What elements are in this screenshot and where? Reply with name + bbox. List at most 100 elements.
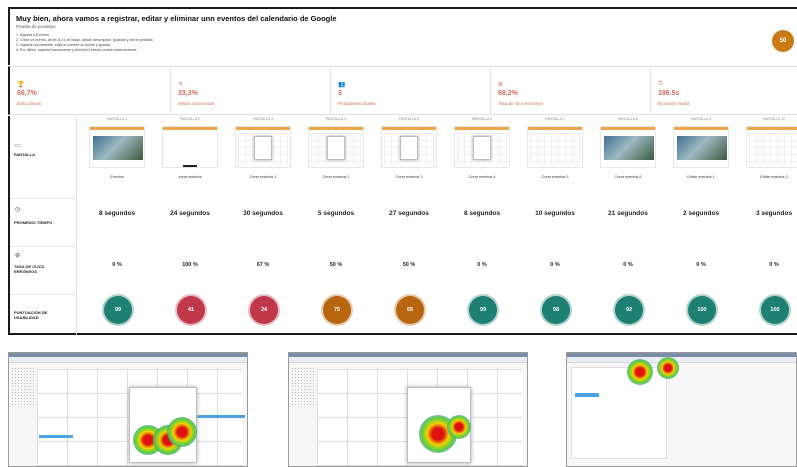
row-label-promedio: PROMEDIO TIEMPO	[14, 220, 53, 225]
event-bar	[39, 435, 73, 438]
thumb-topbar	[90, 127, 144, 130]
thumb-calendar-grid	[749, 133, 797, 165]
usability-score-circle: 92	[615, 296, 643, 324]
heatmap-screenshot-2	[288, 352, 528, 467]
thumb-underline	[183, 165, 197, 167]
usability-score-circle: 100	[688, 296, 716, 324]
heatmap-screenshot-1	[8, 352, 248, 467]
save-button-shape	[575, 393, 599, 397]
screen-caption: Crear eventos 2	[322, 175, 350, 179]
thumb-dialog	[473, 136, 491, 160]
screen-header: PANTALLA 3	[252, 117, 274, 121]
screen-column: PANTALLA 10 Editar eventos 2 3 segundos 0 %…	[737, 116, 797, 335]
screen-header: PANTALLA 4	[325, 117, 347, 121]
row-divider	[10, 198, 76, 199]
misclick-rate-value: 50 %	[402, 262, 416, 268]
misclick-rate-value: 0 %	[550, 262, 560, 268]
metric-label: Éxito directo	[17, 101, 42, 106]
screen-header: PANTALLA 5	[398, 117, 420, 121]
metrics-row: 🏆 66,7% Éxito directo ↰ 33,3% Misión inc…	[8, 66, 797, 115]
screen-thumbnail[interactable]	[527, 126, 583, 168]
screen-header: PANTALLA 9	[690, 117, 712, 121]
row-label-pantalla: PANTALLA	[14, 152, 35, 157]
page-subtitle: Prueba de prototipo	[16, 24, 56, 29]
metric-value: 33,3%	[178, 90, 198, 97]
screen-column: PANTALLA 4 Crear eventos 2 5 segundos 50 % 7…	[299, 116, 373, 335]
heatmap-spot	[447, 415, 471, 439]
thumb-dialog	[327, 136, 345, 160]
screen-thumbnail[interactable]	[308, 126, 364, 168]
task-steps: 1. Ingresa a Eventos 2. Crear un evento,…	[16, 33, 153, 53]
screen-caption: Crear eventos 6	[614, 175, 642, 179]
page-title: Muy bien, ahora vamos a registrar, edita…	[16, 14, 337, 23]
browser-addressbar	[9, 357, 247, 363]
screen-column: PANTALLA 8 Crear eventos 6 21 segundos 0 % 9…	[591, 116, 665, 335]
screen-header: PANTALLA 2	[179, 117, 201, 121]
misclick-rate-value: 50 %	[329, 262, 343, 268]
screen-column: PANTALLA 2 crear eventos 24 segundos 100 % 4…	[153, 116, 227, 335]
overall-score-badge: 50	[772, 30, 794, 52]
screen-caption: Crear eventos 4	[468, 175, 496, 179]
usability-score-circle: 41	[177, 296, 205, 324]
avg-time-value: 24 segundos	[170, 210, 210, 217]
thumb-topbar	[309, 127, 363, 130]
thumb-topbar	[601, 127, 655, 130]
metric-label: Duración media	[658, 101, 690, 106]
screen-thumbnail[interactable]	[381, 126, 437, 168]
screen-header: PANTALLA 6	[471, 117, 493, 121]
thumb-topbar	[674, 127, 728, 130]
screen-column: PANTALLA 3 Crear eventos 1 30 segundos 67 %…	[226, 116, 300, 335]
metric-label: Probadores totales	[338, 101, 376, 106]
metric-avg-duration: ⏱ 196.5s Duración media	[650, 67, 797, 115]
screen-column: PANTALLA 9 Editar eventos 1 2 segundos 0 % 1…	[664, 116, 738, 335]
avg-time-value: 3 segundos	[755, 210, 793, 217]
screen-thumbnail[interactable]	[746, 126, 797, 168]
metric-label: Tasa de clics erróneos	[498, 101, 543, 106]
thumb-topbar	[455, 127, 509, 130]
screen-caption: crear eventos	[178, 175, 202, 179]
avg-time-value: 8 segundos	[98, 210, 136, 217]
misclick-rate-value: 0 %	[623, 262, 633, 268]
screen-caption: Crear eventos 3	[395, 175, 423, 179]
row-divider	[10, 246, 76, 247]
screen-thumbnail[interactable]	[673, 126, 729, 168]
mini-calendar	[11, 367, 35, 407]
usability-score-circle: 99	[469, 296, 497, 324]
heatmap-screenshot-3	[566, 352, 797, 467]
screen-column: PANTALLA 6 Crear eventos 4 8 segundos 0 % 99	[445, 116, 519, 335]
screen-thumbnail[interactable]	[162, 126, 218, 168]
usability-score-circle: 75	[323, 296, 351, 324]
metric-testers: 👥 3 Probadores totales	[330, 67, 490, 115]
thumb-photo	[604, 136, 654, 160]
misclick-rate-value: 100 %	[182, 262, 198, 268]
users-icon: 👥	[338, 82, 346, 88]
avg-time-value: 10 segundos	[535, 210, 575, 217]
row-label-tasa: TASA DE CLICS ERRÓNEOS	[14, 264, 45, 274]
screen-thumbnail[interactable]	[600, 126, 656, 168]
screen-thumbnail[interactable]	[235, 126, 291, 168]
thumb-photo	[677, 136, 727, 160]
usability-score-circle: 100	[761, 296, 789, 324]
screen-header: PANTALLA 10	[762, 117, 786, 121]
step-4: 4. Por último, ingresa nuevamente y elim…	[16, 48, 137, 52]
metric-direct-success: 🏆 66,7% Éxito directo	[10, 67, 170, 115]
heatmap-spot	[167, 417, 197, 447]
avg-time-value: 5 segundos	[317, 210, 355, 217]
heatmap-spot	[627, 359, 653, 385]
usability-report: Muy bien, ahora vamos a registrar, edita…	[0, 0, 797, 467]
thumb-calendar-grid	[530, 133, 580, 165]
thumb-topbar	[528, 127, 582, 130]
report-header: Muy bien, ahora vamos a registrar, edita…	[8, 7, 797, 65]
screen-thumbnail[interactable]	[454, 126, 510, 168]
row-label-puntuacion: PUNTUACIÓN DE USABILIDAD	[14, 310, 48, 320]
row-divider	[10, 294, 76, 295]
screen-header: PANTALLA 7	[544, 117, 566, 121]
usability-score-circle: 65	[396, 296, 424, 324]
avg-time-value: 30 segundos	[243, 210, 283, 217]
screen-column: PANTALLA 1 Eventos 8 segundos 0 % 99	[80, 116, 154, 335]
screen-icon: ▭	[15, 143, 21, 149]
avg-time-value: 8 segundos	[463, 210, 501, 217]
click-icon: ⊕	[15, 253, 21, 259]
screen-column: PANTALLA 7 Crear eventos 5 10 segundos 0 % 9…	[518, 116, 592, 335]
screen-thumbnail[interactable]	[89, 126, 145, 168]
